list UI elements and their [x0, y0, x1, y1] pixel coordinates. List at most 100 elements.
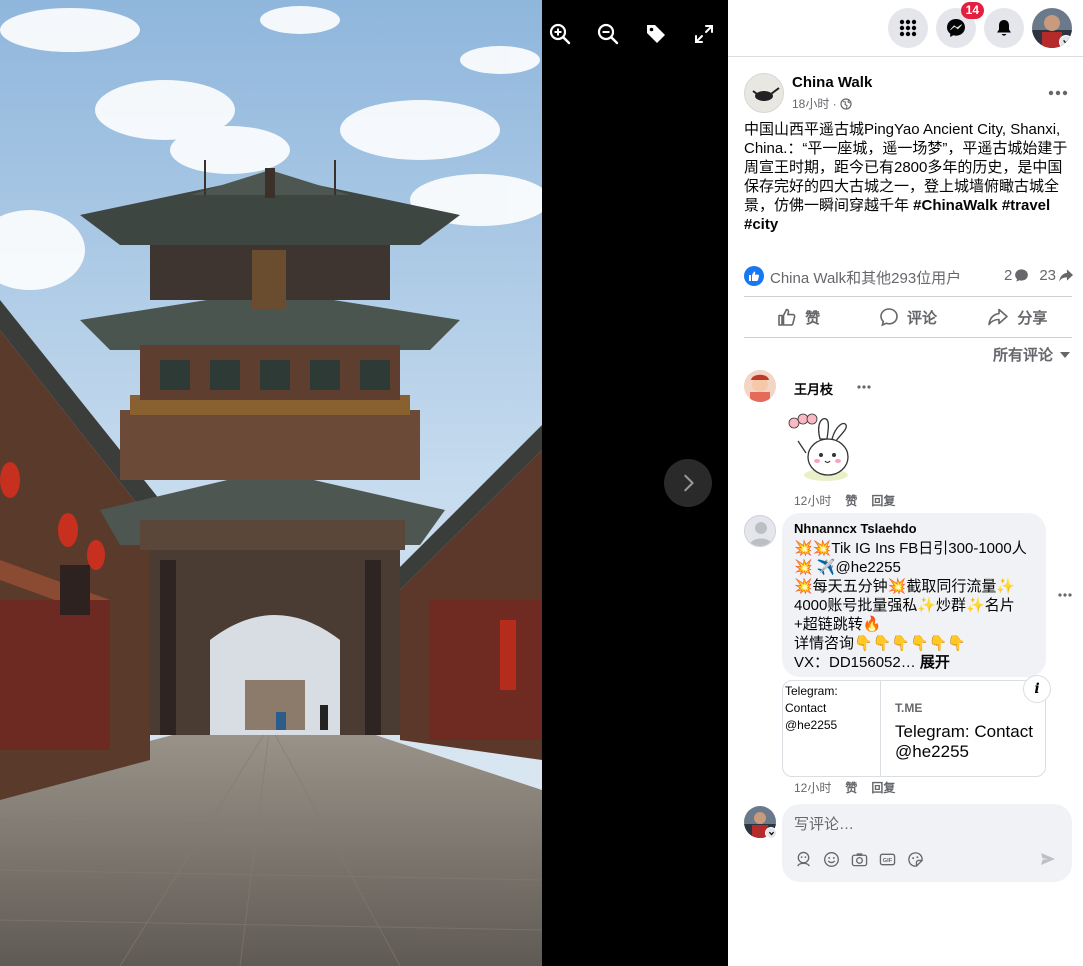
more-dots-icon [857, 385, 871, 389]
link-preview-image: Telegram: Contact @he2255 [783, 681, 881, 776]
more-dots-icon [1048, 90, 1068, 96]
reactions-text[interactable]: China Walk和其他293位用户 [770, 267, 961, 288]
camera-icon[interactable] [850, 850, 868, 868]
svg-text:GIF: GIF [882, 857, 892, 863]
comment-line: +超链跳转🔥 [794, 616, 882, 633]
share-label: 分享 [1017, 309, 1048, 327]
avatar [744, 370, 776, 402]
globe-icon [840, 97, 852, 110]
chevron-down-icon[interactable] [765, 827, 777, 839]
comment-like-button[interactable]: 赞 [845, 779, 857, 796]
comment-reply-button[interactable]: 回复 [871, 492, 895, 509]
post-panel: China Walk 18小时 · 中国山西平遥古城PingYao Ancien… [728, 57, 1083, 966]
hashtag-link[interactable]: #city [744, 216, 778, 233]
photo-viewer [0, 0, 728, 966]
comment-line: 详情咨询👇👇👇👇👇👇 [794, 635, 967, 652]
like-button[interactable]: 赞 [744, 297, 853, 337]
share-arrow-icon [1059, 269, 1074, 282]
chevron-right-icon [684, 474, 694, 492]
post-more-button[interactable] [1042, 77, 1074, 109]
post-text: 中国山西平遥古城PingYao Ancient City, Shanxi, Ch… [744, 120, 1072, 234]
thumbs-up-icon [778, 308, 796, 326]
comment-reply-button[interactable]: 回复 [871, 779, 895, 796]
sort-label: 所有评论 [992, 347, 1053, 364]
comment-sort-dropdown[interactable]: 所有评论 [993, 344, 1071, 365]
comment-time[interactable]: 12小时 [794, 779, 831, 796]
menu-grid-icon [899, 19, 917, 37]
hashtag-link[interactable]: #travel [1002, 197, 1050, 214]
composer-tools: GIF [794, 850, 924, 868]
top-bar: 14 [728, 0, 1083, 57]
see-more-link[interactable]: 展开 [920, 654, 950, 671]
comment-count[interactable]: 2 [1004, 267, 1029, 284]
like-reaction-icon [744, 266, 764, 286]
comment-author[interactable]: 王月枝 [794, 379, 833, 398]
wok-logo-icon [752, 87, 780, 101]
info-icon[interactable]: i [1023, 675, 1051, 703]
page-avatar[interactable] [744, 73, 784, 113]
zoom-out-icon [597, 23, 619, 45]
default-avatar-icon [745, 516, 775, 546]
zoom-in-button[interactable] [536, 18, 584, 50]
share-button[interactable]: 分享 [963, 297, 1072, 337]
comment-line: 💥每天五分钟💥截取同行流量✨ [794, 578, 1016, 595]
comment-line: 💥 ✈️@he2255 [794, 559, 901, 576]
more-dots-icon [1058, 593, 1072, 597]
share-icon [988, 308, 1009, 326]
commenter-avatar[interactable] [744, 515, 776, 547]
comment-more-button[interactable] [1055, 585, 1075, 605]
zoom-out-button[interactable] [584, 18, 632, 50]
fullscreen-button[interactable] [680, 18, 728, 50]
emoji-icon[interactable] [822, 850, 840, 868]
tag-button[interactable] [632, 18, 680, 50]
avatar-sticker-icon[interactable] [794, 850, 812, 868]
messenger-badge: 14 [960, 2, 984, 19]
comment-line-last: VX：DD156052… 展开 [794, 653, 1034, 672]
messenger-icon [947, 19, 965, 37]
comment-button[interactable]: 评论 [853, 297, 962, 337]
post-header: China Walk 18小时 · [744, 73, 1074, 113]
menu-button[interactable] [888, 8, 928, 48]
chevron-down-icon [1059, 35, 1072, 48]
post-time[interactable]: 18小时 · [792, 95, 837, 112]
comment-icon [880, 308, 898, 327]
comment-input[interactable] [794, 812, 1054, 836]
sticker-icon[interactable] [906, 850, 924, 868]
link-domain: T.ME [895, 701, 923, 715]
photo-post-page: 14 China Walk 18小时 · 中国山西平遥古城PingYao Anc… [0, 0, 1083, 966]
comment-footer: 12小时 赞 回复 [794, 779, 895, 796]
comment-composer: GIF [782, 804, 1072, 882]
post-photo[interactable] [0, 0, 542, 966]
hashtag-link[interactable]: #ChinaWalk [913, 197, 997, 214]
like-label: 赞 [805, 309, 821, 327]
comment-more-button[interactable] [852, 375, 876, 399]
caret-down-icon [1060, 351, 1070, 358]
notifications-button[interactable] [984, 8, 1024, 48]
engagement-counts: 2 23 [1004, 267, 1074, 284]
next-photo-button[interactable] [664, 459, 712, 507]
post-meta: 18小时 · [792, 95, 852, 112]
comment-footer: 12小时 赞 回复 [794, 492, 895, 509]
comment-line-text: VX：DD156052… [794, 654, 920, 671]
post-action-bar: 赞 评论 分享 [744, 296, 1072, 338]
send-button[interactable] [1038, 850, 1058, 868]
comment-bubble: Nhnanncx Tslaehdo 💥💥Tik IG Ins FB日引300-1… [782, 513, 1046, 677]
viewer-toolbar [536, 18, 728, 50]
link-title: Telegram: Contact @he2255 [895, 722, 1033, 761]
comment-count-value: 2 [1003, 267, 1013, 284]
reactions-summary: China Walk和其他293位用户 2 23 [744, 265, 1074, 287]
share-count[interactable]: 23 [1039, 267, 1074, 284]
account-avatar-button[interactable] [1032, 8, 1072, 48]
bunny-sticker[interactable] [786, 413, 860, 485]
comment-time[interactable]: 12小时 [794, 492, 831, 509]
comment-like-button[interactable]: 赞 [845, 492, 857, 509]
gif-icon[interactable]: GIF [878, 850, 896, 868]
bell-icon [997, 20, 1011, 36]
share-count-value: 23 [1039, 267, 1056, 284]
link-preview-card[interactable]: Telegram: Contact @he2255 T.ME Telegram:… [782, 680, 1046, 777]
messenger-button[interactable]: 14 [936, 2, 984, 48]
page-name[interactable]: China Walk [792, 74, 872, 91]
commenter-avatar[interactable] [744, 370, 776, 402]
comment-author[interactable]: Nhnanncx Tslaehdo [794, 521, 1034, 537]
tag-icon [647, 25, 665, 43]
